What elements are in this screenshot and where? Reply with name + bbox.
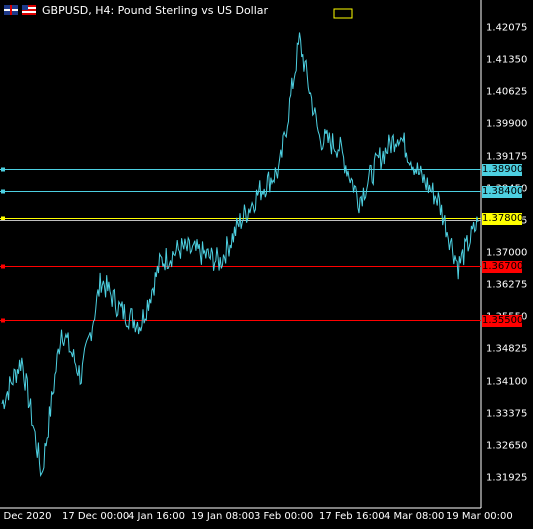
level-line-handle[interactable] <box>1 167 5 172</box>
level-line-handle[interactable] <box>1 216 5 221</box>
price-axis-label: 1.42075 <box>486 22 528 34</box>
time-axis-label: 4 Mar 08:00 <box>384 511 445 522</box>
price-axis-label: 1.39175 <box>486 151 528 163</box>
level-line-handle[interactable] <box>1 189 5 194</box>
time-axis-label: 2 Dec 2020 <box>0 511 52 522</box>
uk-flag-icon <box>4 5 18 15</box>
price-axis-label: 1.34825 <box>486 343 528 355</box>
level-lines <box>0 167 481 323</box>
time-axis-label: 3 Feb 00:00 <box>254 511 314 522</box>
level-price-tag: 1.35500 <box>482 314 524 327</box>
price-axis-label: 1.41350 <box>486 54 528 66</box>
price-axis-label: 1.40625 <box>486 86 528 98</box>
highest-high-marker <box>333 8 353 19</box>
time-axis-label: 19 Mar 00:00 <box>446 511 513 522</box>
time-axis-label: 4 Jan 16:00 <box>128 511 185 522</box>
price-axis-label: 1.39900 <box>486 118 528 130</box>
time-axis-label: 17 Dec 00:00 <box>62 511 130 522</box>
level-price-tag: 1.38400 <box>482 185 524 198</box>
price-axis-label: 1.36275 <box>486 279 528 291</box>
price-axis-label: 1.34100 <box>486 376 528 388</box>
chart-title: GBPUSD, H4: Pound Sterling vs US Dollar <box>42 3 269 17</box>
chart-title-bar: GBPUSD, H4: Pound Sterling vs US Dollar <box>4 3 268 17</box>
level-price-tag: 1.38900 <box>482 163 524 176</box>
level-price-tag: 1.37800 <box>482 212 524 225</box>
level-line-handle[interactable] <box>1 318 5 323</box>
level-price-tag: 1.36700 <box>482 260 524 273</box>
price-series-line <box>1 32 479 478</box>
price-axis-label: 1.33375 <box>486 408 528 420</box>
price-axis-label: 1.37000 <box>486 247 528 259</box>
price-chart[interactable] <box>0 0 533 529</box>
price-axis-label: 1.31925 <box>486 472 528 484</box>
level-line-handle[interactable] <box>1 264 5 269</box>
time-axis-label: 19 Jan 08:00 <box>191 511 255 522</box>
price-axis-label: 1.32650 <box>486 440 528 452</box>
us-flag-icon <box>22 5 36 15</box>
time-axis-label: 17 Feb 16:00 <box>319 511 385 522</box>
